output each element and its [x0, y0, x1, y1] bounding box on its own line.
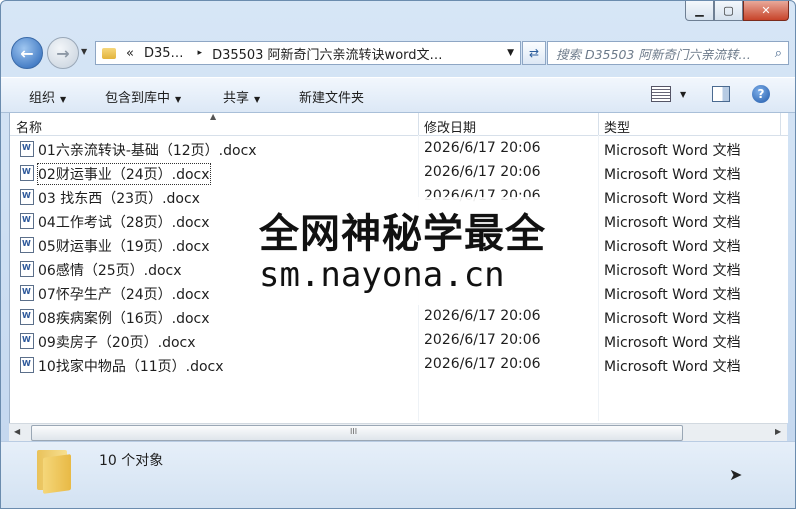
column-name[interactable]: 名称 [16, 117, 42, 136]
search-icon[interactable]: ⌕ [775, 46, 782, 61]
file-type: Microsoft Word 文档 [604, 263, 741, 279]
breadcrumb-overflow[interactable]: « [126, 46, 134, 61]
column-divider[interactable] [780, 113, 781, 135]
breadcrumb-separator[interactable]: ▸ [198, 48, 203, 58]
word-document-icon [20, 285, 34, 301]
share-menu[interactable]: 共享 ▼ [223, 87, 260, 106]
chevron-down-icon[interactable]: ▼ [507, 48, 514, 58]
new-folder-button[interactable]: 新建文件夹 [299, 87, 364, 106]
file-type: Microsoft Word 文档 [604, 215, 741, 231]
file-modified-date: 2026/6/17 20:06 [424, 140, 541, 156]
word-document-icon [20, 237, 34, 253]
file-modified-date: 2026/6/17 20:06 [424, 332, 541, 348]
chevron-down-icon: ▼ [175, 95, 182, 104]
item-count: 10 个对象 [99, 453, 164, 469]
file-type: Microsoft Word 文档 [604, 359, 741, 375]
navigation-bar: ← → ▼ « D35… ▸ D35503 阿新奇门六亲流转诀word文… ▼ … [9, 35, 789, 69]
scroll-left-icon[interactable]: ◀ [14, 427, 20, 436]
file-modified-date: 2026/6/17 20:06 [424, 356, 541, 372]
help-icon[interactable]: ? [752, 85, 770, 103]
search-input[interactable]: 搜索 D35503 阿新奇门六亲流转… ⌕ [547, 41, 789, 65]
maximize-button[interactable]: ▢ [714, 1, 743, 21]
scrollbar-thumb[interactable]: III [31, 425, 683, 441]
file-row[interactable]: 02财运事业（24页）.docx 2026/6/17 20:06 Microsoft… [10, 161, 788, 185]
breadcrumb-item-current[interactable]: D35503 阿新奇门六亲流转诀word文… [212, 44, 442, 63]
include-library-label: 包含到库中 [105, 91, 171, 106]
horizontal-scrollbar[interactable]: ◀ III ▶ [9, 423, 787, 441]
column-header: 名称 ▲ 修改日期 类型 [10, 112, 788, 136]
file-name[interactable]: 10找家中物品（11页）.docx [38, 356, 224, 376]
word-document-icon [20, 261, 34, 277]
file-modified-date: 2026/6/17 20:06 [424, 308, 541, 324]
recent-pages-dropdown-icon[interactable]: ▼ [81, 47, 87, 56]
minimize-button[interactable]: ▁ [685, 1, 714, 21]
file-modified-date: 2026/6/17 20:06 [424, 164, 541, 180]
file-row[interactable]: 08疾病案例（16页）.docx 2026/6/17 20:06 Microsoft… [10, 305, 788, 329]
chevron-down-icon: ▼ [254, 95, 261, 104]
folder-icon [102, 47, 116, 59]
organize-menu[interactable]: 组织 ▼ [29, 87, 66, 106]
refresh-button[interactable]: ⇄ [522, 41, 546, 65]
file-name[interactable]: 07怀孕生产（24页）.docx [38, 284, 210, 304]
scroll-right-icon[interactable]: ▶ [775, 427, 781, 436]
share-label: 共享 [223, 91, 250, 106]
file-type: Microsoft Word 文档 [604, 191, 741, 207]
chevron-down-icon[interactable]: ▼ [680, 90, 686, 99]
file-type: Microsoft Word 文档 [604, 287, 741, 303]
file-type: Microsoft Word 文档 [604, 335, 741, 351]
explorer-window: ▁ ▢ ✕ ← → ▼ « D35… ▸ D35503 阿新奇门六亲流转诀wor… [0, 0, 796, 509]
word-document-icon [20, 189, 34, 205]
file-name[interactable]: 04工作考试（28页）.docx [38, 212, 210, 232]
file-name[interactable]: 08疾病案例（16页）.docx [38, 308, 210, 328]
file-name[interactable]: 06感情（25页）.docx [38, 260, 182, 280]
command-bar: 组织 ▼ 包含到库中 ▼ 共享 ▼ 新建文件夹 ▼ ? [1, 77, 795, 113]
search-placeholder: 搜索 D35503 阿新奇门六亲流转… [556, 46, 751, 62]
preview-pane-icon[interactable] [712, 86, 730, 102]
column-type[interactable]: 类型 [604, 117, 630, 136]
file-row[interactable]: 09卖房子（20页）.docx 2026/6/17 20:06 Microsoft … [10, 329, 788, 353]
chevron-down-icon: ▼ [60, 95, 67, 104]
file-type: Microsoft Word 文档 [604, 239, 741, 255]
column-date[interactable]: 修改日期 [424, 117, 476, 136]
organize-label: 组织 [29, 91, 56, 106]
file-type: Microsoft Word 文档 [604, 311, 741, 327]
caption-buttons: ▁ ▢ ✕ [685, 1, 789, 21]
file-name[interactable]: 01六亲流转诀-基础（12页）.docx [38, 140, 257, 160]
file-name[interactable]: 02财运事业（24页）.docx [37, 163, 211, 185]
watermark-line2: sm.nayona.cn [259, 255, 505, 295]
breadcrumb-item-parent[interactable]: D35… [144, 46, 184, 61]
forward-button[interactable]: → [47, 37, 79, 69]
sort-ascending-icon: ▲ [210, 112, 217, 121]
word-document-icon [20, 141, 34, 157]
word-document-icon [20, 165, 34, 181]
details-pane: 10 个对象 ➤ [1, 441, 795, 508]
column-divider[interactable] [598, 113, 599, 135]
word-document-icon [20, 213, 34, 229]
word-document-icon [20, 309, 34, 325]
file-name[interactable]: 05财运事业（19页）.docx [38, 236, 210, 256]
mouse-cursor-icon: ➤ [729, 465, 743, 484]
column-divider[interactable] [418, 113, 419, 135]
word-document-icon [20, 333, 34, 349]
folder-icon [33, 448, 73, 494]
file-row[interactable]: 01六亲流转诀-基础（12页）.docx 2026/6/17 20:06 Micro… [10, 137, 788, 161]
close-button[interactable]: ✕ [743, 1, 789, 21]
file-name[interactable]: 09卖房子（20页）.docx [38, 332, 196, 352]
view-options-icon[interactable] [651, 86, 671, 102]
file-type: Microsoft Word 文档 [604, 143, 741, 159]
include-in-library-menu[interactable]: 包含到库中 ▼ [105, 87, 181, 106]
file-row[interactable]: 10找家中物品（11页）.docx 2026/6/17 20:06 Microsof… [10, 353, 788, 377]
word-document-icon [20, 357, 34, 373]
address-bar[interactable]: « D35… ▸ D35503 阿新奇门六亲流转诀word文… ▼ [95, 41, 521, 65]
back-button[interactable]: ← [11, 37, 43, 69]
watermark-line1: 全网神秘学最全 [259, 211, 546, 257]
file-type: Microsoft Word 文档 [604, 167, 741, 183]
file-name[interactable]: 03 找东西（23页）.docx [38, 188, 200, 208]
scrollbar-grip-icon: III [350, 427, 358, 436]
